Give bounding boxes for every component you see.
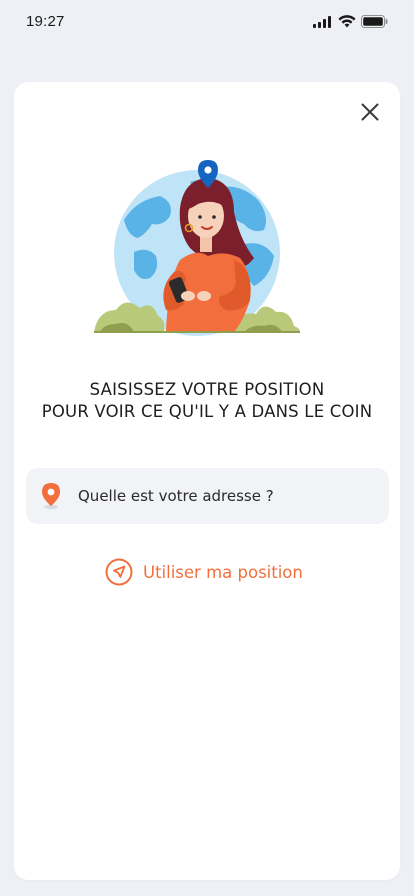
location-sheet: SAISISSEZ VOTRE POSITION POUR VOIR CE QU… [14,82,400,880]
address-search-field[interactable]: Quelle est votre adresse ? [26,468,389,524]
status-time: 19:27 [26,13,65,30]
cellular-signal-icon [313,15,331,28]
status-icons [313,15,388,28]
use-my-position-button[interactable]: Utiliser ma position [105,558,303,586]
close-button[interactable] [358,100,382,124]
status-bar: 19:27 [0,0,414,46]
headline-line-1: SAISISSEZ VOTRE POSITION [89,380,325,399]
location-illustration [94,160,300,336]
use-my-position-label: Utiliser ma position [143,562,303,582]
navigation-arrow-icon [105,558,133,586]
battery-icon [361,15,388,28]
close-icon [361,103,379,121]
map-pin-icon [42,483,60,510]
page-title: SAISISSEZ VOTRE POSITION POUR VOIR CE QU… [14,379,400,423]
address-placeholder: Quelle est votre adresse ? [78,487,274,505]
headline-line-2: POUR VOIR CE QU'IL Y A DANS LE COIN [41,402,373,421]
wifi-icon [338,15,356,28]
